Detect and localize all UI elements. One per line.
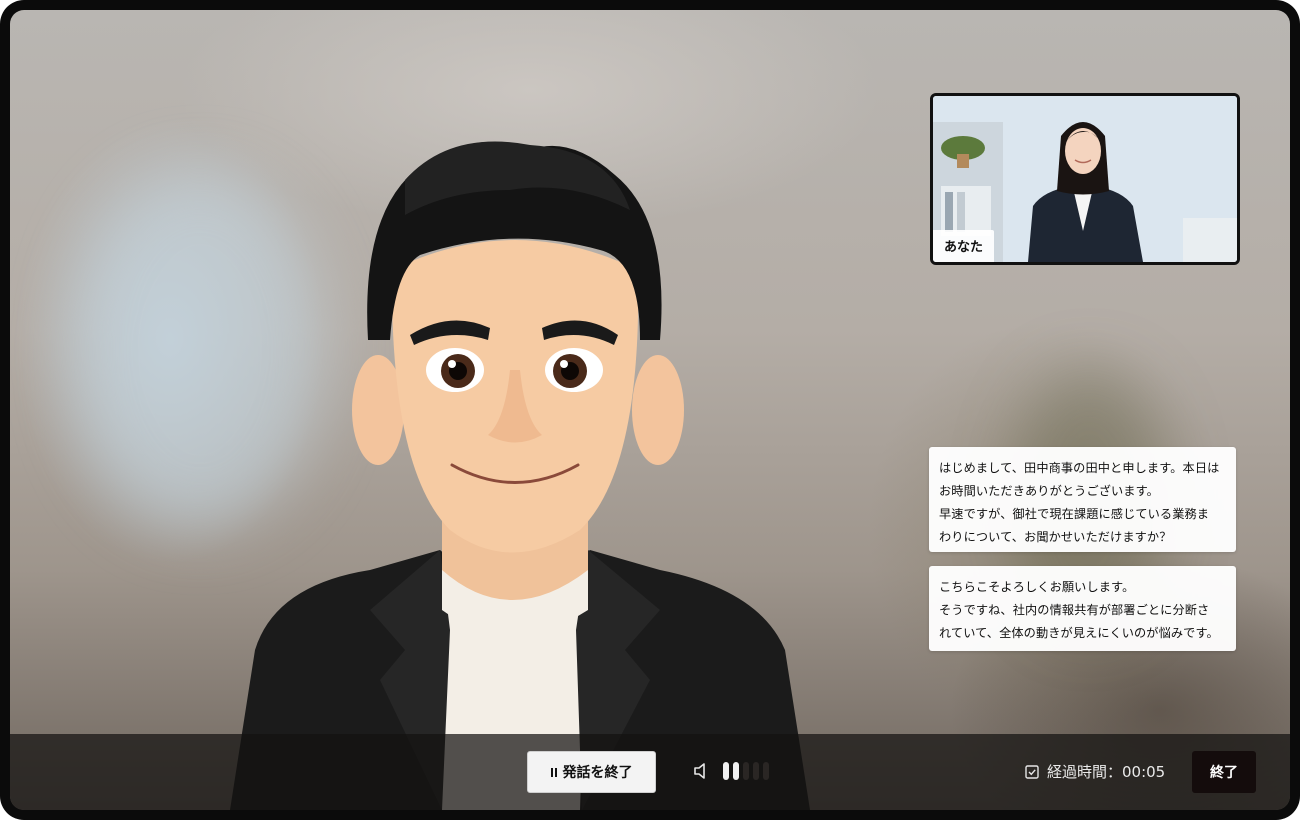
audio-level-bar [743,762,749,780]
end-speech-label: 発話を終了 [562,765,633,781]
video-call-screen: あなた はじめまして、田中商事の田中と申します。本日は お時間いただきありがとう… [10,10,1290,810]
audio-level-bar [723,762,729,780]
chat-line: はじめまして、田中商事の田中と申します。本日は [939,461,1220,475]
chat-line: わりについて、お聞かせいただけますか？ [939,530,1172,544]
speaker-icon[interactable] [693,762,709,780]
audio-level-meter [723,762,769,780]
chat-line: 早速ですが、御社で現在課題に感じている業務ま [939,507,1210,521]
chat-line: こちらこそよろしくお願いします。 [939,580,1135,594]
chat-message-user: こちらこそよろしくお願いします。 そうですね、社内の情報共有が部署ごとに分断さ … [929,566,1236,651]
chat-line: そうですね、社内の情報共有が部署ごとに分断さ [939,603,1210,617]
elapsed-time: 経過時間：00:05 [1025,761,1165,782]
chat-message-ai: はじめまして、田中商事の田中と申します。本日は お時間いただきありがとうございま… [929,447,1236,552]
chat-line: れていて、全体の動きが見えにくいのが悩みです。 [939,626,1219,640]
self-view-label: あなた [933,230,995,262]
audio-level-bar [733,762,739,780]
audio-level-bar [753,762,759,780]
checkbox-icon [1025,764,1039,779]
chat-line: お時間いただきありがとうございます。 [939,484,1159,498]
audio-level-bar [763,762,769,780]
elapsed-time-label: 経過時間：00:05 [1047,763,1166,781]
device-frame: あなた はじめまして、田中商事の田中と申します。本日は お時間いただきありがとう… [0,0,1300,820]
end-speech-button[interactable]: 発話を終了 [527,751,656,793]
self-view-window: あなた [930,93,1240,265]
finish-call-button[interactable]: 終了 [1192,751,1256,793]
pause-icon [550,767,557,777]
